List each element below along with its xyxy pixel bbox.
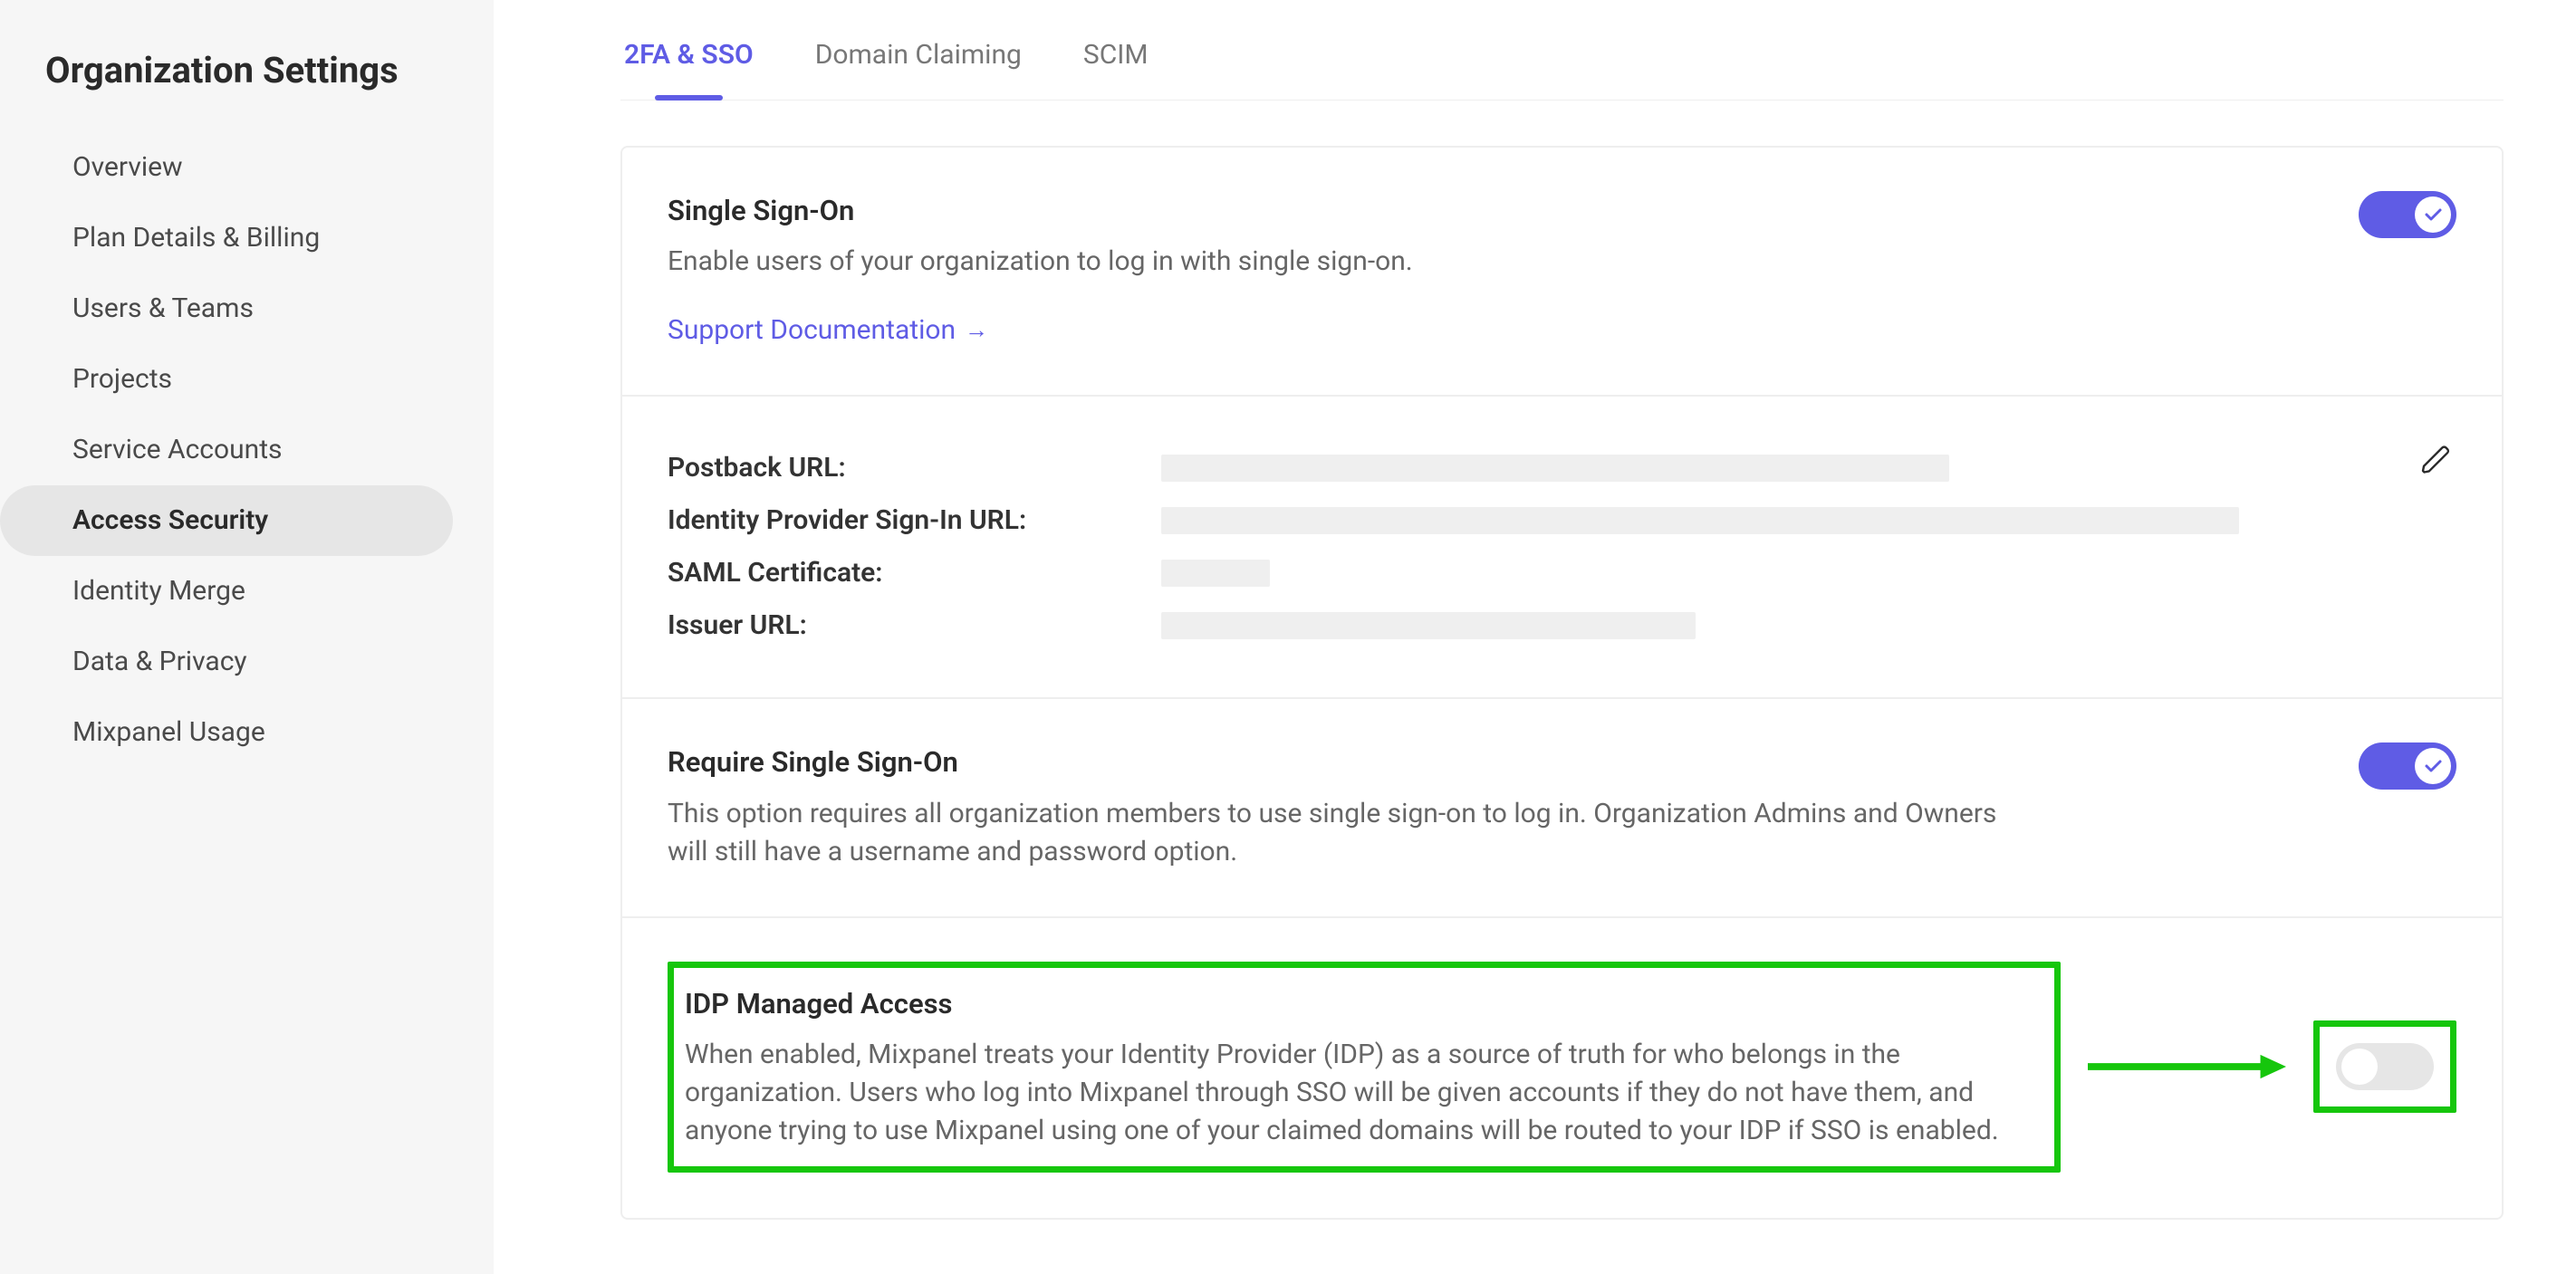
sidebar-item-data-privacy[interactable]: Data & Privacy [0, 627, 453, 697]
require-sso-title: Require Single Sign-On [668, 742, 2026, 781]
sidebar-item-projects[interactable]: Projects [0, 344, 453, 415]
require-sso-description: This option requires all organization me… [668, 795, 2026, 871]
tab-label: SCIM [1083, 39, 1149, 71]
field-label: Issuer URL: [668, 607, 1161, 645]
link-label: Support Documentation [668, 311, 956, 350]
field-label: Postback URL: [668, 449, 1161, 487]
sso-description: Enable users of your organization to log… [668, 243, 1413, 281]
require-sso-toggle[interactable] [2359, 742, 2456, 790]
tab-scim[interactable]: SCIM [1080, 27, 1152, 100]
sidebar-item-identity-merge[interactable]: Identity Merge [0, 556, 453, 627]
idp-toggle[interactable] [2336, 1043, 2434, 1090]
check-icon [2422, 755, 2444, 777]
support-documentation-link[interactable]: Support Documentation → [668, 311, 988, 350]
section-require-sso: Require Single Sign-On This option requi… [622, 697, 2502, 915]
sidebar-item-label: Identity Merge [72, 575, 245, 607]
tab-2fa-sso[interactable]: 2FA & SSO [620, 27, 757, 100]
sidebar-item-access-security[interactable]: Access Security [0, 485, 453, 556]
sidebar-nav: Overview Plan Details & Billing Users & … [0, 132, 494, 768]
sidebar-item-label: Projects [72, 363, 172, 395]
sso-toggle[interactable] [2359, 191, 2456, 238]
sidebar-item-users-teams[interactable]: Users & Teams [0, 273, 453, 344]
sidebar-item-label: Users & Teams [72, 292, 254, 324]
sso-title: Single Sign-On [668, 191, 1413, 230]
field-issuer-url: Issuer URL: [668, 599, 2456, 652]
check-icon [2422, 204, 2444, 225]
tab-label: 2FA & SSO [624, 39, 754, 71]
pencil-icon [2420, 444, 2453, 476]
field-idp-signin-url: Identity Provider Sign-In URL: [668, 494, 2456, 547]
field-label: Identity Provider Sign-In URL: [668, 502, 1161, 540]
settings-card: Single Sign-On Enable users of your orga… [620, 146, 2504, 1220]
sidebar-item-label: Mixpanel Usage [72, 716, 265, 748]
annotation-arrow-icon [2088, 1039, 2286, 1094]
toggle-knob [2341, 1049, 2378, 1085]
field-saml-certificate: SAML Certificate: [668, 547, 2456, 599]
toggle-knob [2415, 196, 2451, 233]
tab-domain-claiming[interactable]: Domain Claiming [812, 27, 1025, 100]
highlight-box-text: IDP Managed Access When enabled, Mixpane… [668, 962, 2061, 1173]
sidebar-item-overview[interactable]: Overview [0, 132, 453, 203]
sidebar-item-service-accounts[interactable]: Service Accounts [0, 415, 453, 485]
sidebar-item-label: Overview [72, 151, 183, 183]
redacted-value [1161, 507, 2239, 534]
page-title: Organization Settings [0, 45, 494, 132]
idp-description: When enabled, Mixpanel treats your Ident… [685, 1036, 2043, 1150]
toggle-knob [2415, 748, 2451, 784]
section-sso-details: Postback URL: Identity Provider Sign-In … [622, 395, 2502, 697]
tabs: 2FA & SSO Domain Claiming SCIM [620, 0, 2504, 101]
section-idp-managed-access: IDP Managed Access When enabled, Mixpane… [622, 916, 2502, 1218]
sidebar-item-mixpanel-usage[interactable]: Mixpanel Usage [0, 697, 453, 768]
field-postback-url: Postback URL: [668, 442, 2456, 494]
sidebar-item-plan-billing[interactable]: Plan Details & Billing [0, 203, 453, 273]
redacted-value [1161, 612, 1696, 639]
sidebar-item-label: Data & Privacy [72, 646, 247, 677]
redacted-value [1161, 560, 1270, 587]
sidebar-item-label: Plan Details & Billing [72, 222, 320, 254]
annotation-arrow-wrap [2088, 1039, 2286, 1094]
tab-label: Domain Claiming [815, 39, 1022, 71]
edit-button[interactable] [2417, 440, 2456, 489]
sidebar-item-label: Service Accounts [72, 434, 283, 465]
arrow-right-icon: → [965, 314, 988, 347]
idp-title: IDP Managed Access [685, 984, 2043, 1023]
field-label: SAML Certificate: [668, 554, 1161, 592]
section-sso: Single Sign-On Enable users of your orga… [622, 148, 2502, 395]
redacted-value [1161, 455, 1949, 482]
sidebar-item-label: Access Security [72, 504, 268, 536]
sidebar: Organization Settings Overview Plan Deta… [0, 0, 494, 1274]
highlight-box-toggle [2313, 1020, 2456, 1113]
main-content: 2FA & SSO Domain Claiming SCIM Single Si… [494, 0, 2576, 1274]
